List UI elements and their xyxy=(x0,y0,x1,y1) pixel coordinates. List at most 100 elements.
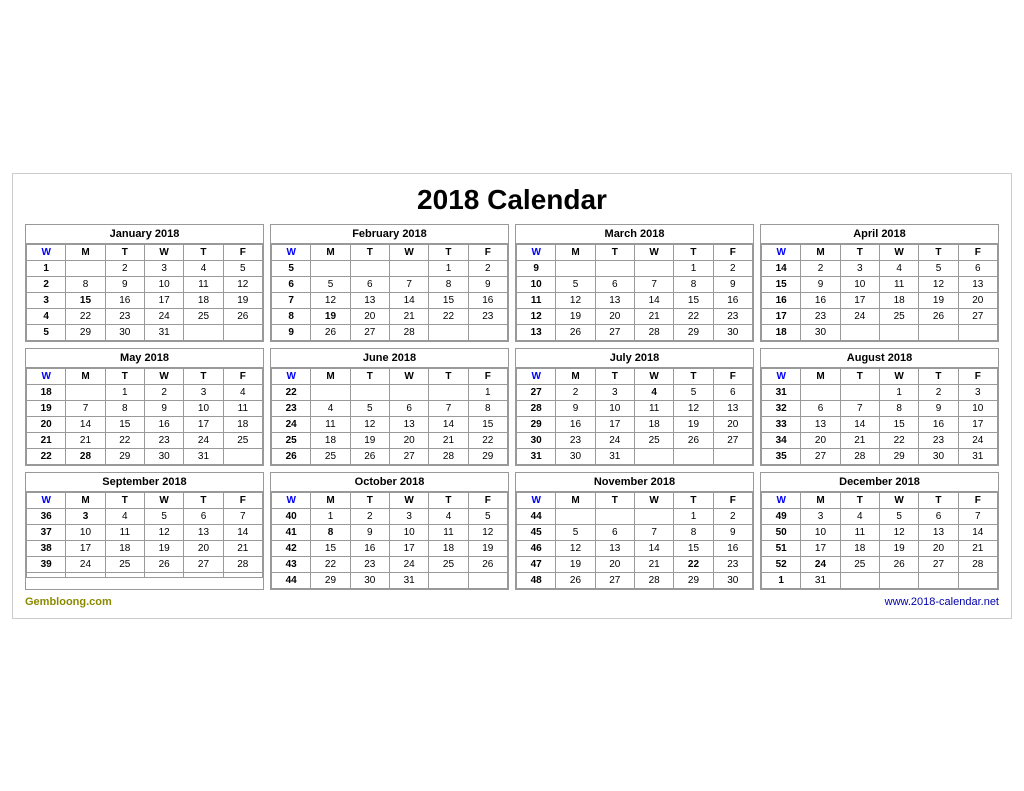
calendar-cell: 21 xyxy=(223,540,262,556)
calendar-grid: January 2018WMTWTF1234528910111231516171… xyxy=(25,224,999,590)
calendar-cell xyxy=(634,508,673,524)
calendar-cell: 31 xyxy=(144,324,183,340)
month-block: August 2018WMTWTF31123326789103313141516… xyxy=(760,348,999,466)
col-header: M xyxy=(311,492,350,508)
calendar-cell: 24 xyxy=(840,308,879,324)
col-header: W xyxy=(517,244,556,260)
calendar-cell: 2 xyxy=(468,260,507,276)
col-header: F xyxy=(713,244,752,260)
calendar-cell: 37 xyxy=(27,524,66,540)
calendar-cell: 17 xyxy=(66,540,105,556)
col-header: F xyxy=(958,492,997,508)
calendar-cell: 16 xyxy=(919,416,958,432)
month-title: October 2018 xyxy=(271,473,508,492)
calendar-cell: 25 xyxy=(105,556,144,572)
calendar-cell: 22 xyxy=(272,384,311,400)
calendar-cell: 10 xyxy=(958,400,997,416)
calendar-cell: 10 xyxy=(840,276,879,292)
calendar-cell: 22 xyxy=(674,556,713,572)
calendar-cell: 50 xyxy=(762,524,801,540)
month-table: WMTWTF1423456159101112131616171819201723… xyxy=(761,244,998,341)
calendar-cell: 16 xyxy=(105,292,144,308)
calendar-cell: 3 xyxy=(801,508,840,524)
calendar-cell: 2 xyxy=(801,260,840,276)
calendar-cell: 33 xyxy=(762,416,801,432)
calendar-cell xyxy=(429,384,468,400)
col-header: T xyxy=(184,368,223,384)
calendar-cell: 11 xyxy=(840,524,879,540)
calendar-cell: 12 xyxy=(556,540,595,556)
calendar-cell: 17 xyxy=(958,416,997,432)
calendar-cell: 7 xyxy=(66,400,105,416)
calendar-cell: 30 xyxy=(105,324,144,340)
calendar-cell: 19 xyxy=(556,308,595,324)
calendar-cell xyxy=(634,260,673,276)
calendar-cell: 26 xyxy=(311,324,350,340)
calendar-cell: 30 xyxy=(801,324,840,340)
calendar-cell: 25 xyxy=(184,308,223,324)
col-header: T xyxy=(184,244,223,260)
calendar-cell: 19 xyxy=(674,416,713,432)
calendar-cell xyxy=(919,572,958,588)
calendar-cell: 28 xyxy=(389,324,428,340)
calendar-cell xyxy=(840,384,879,400)
calendar-cell: 21 xyxy=(66,432,105,448)
calendar-cell: 4 xyxy=(184,260,223,276)
calendar-cell xyxy=(184,572,223,577)
calendar-cell: 26 xyxy=(919,308,958,324)
calendar-cell: 10 xyxy=(389,524,428,540)
col-header: W xyxy=(144,244,183,260)
calendar-cell: 24 xyxy=(595,432,634,448)
col-header: M xyxy=(66,244,105,260)
calendar-cell: 19 xyxy=(879,540,918,556)
calendar-cell: 1 xyxy=(674,260,713,276)
calendar-cell: 23 xyxy=(801,308,840,324)
calendar-cell: 35 xyxy=(762,448,801,464)
calendar-cell: 3 xyxy=(389,508,428,524)
calendar-cell: 17 xyxy=(801,540,840,556)
calendar-cell: 46 xyxy=(517,540,556,556)
calendar-cell: 9 xyxy=(801,276,840,292)
calendar-cell: 15 xyxy=(105,416,144,432)
calendar-cell: 17 xyxy=(840,292,879,308)
month-title: February 2018 xyxy=(271,225,508,244)
calendar-cell: 9 xyxy=(105,276,144,292)
calendar-cell: 24 xyxy=(389,556,428,572)
calendar-cell xyxy=(311,260,350,276)
calendar-cell: 23 xyxy=(713,556,752,572)
calendar-cell: 22 xyxy=(66,308,105,324)
calendar-cell xyxy=(468,572,507,588)
calendar-cell: 9 xyxy=(919,400,958,416)
calendar-cell: 10 xyxy=(517,276,556,292)
col-header: W xyxy=(517,368,556,384)
calendar-cell: 12 xyxy=(879,524,918,540)
col-header: T xyxy=(350,492,389,508)
col-header: W xyxy=(634,492,673,508)
calendar-cell: 25 xyxy=(879,308,918,324)
calendar-cell: 6 xyxy=(184,508,223,524)
calendar-cell xyxy=(350,384,389,400)
calendar-cell xyxy=(468,324,507,340)
calendar-cell: 44 xyxy=(272,572,311,588)
calendar-cell: 29 xyxy=(674,324,713,340)
calendar-cell xyxy=(556,260,595,276)
calendar-cell: 17 xyxy=(762,308,801,324)
calendar-cell: 7 xyxy=(429,400,468,416)
month-table: WMTWTF4934567501011121314511718192021522… xyxy=(761,492,998,589)
month-table: WMTWTF2723456289101112132916171819203023… xyxy=(516,368,753,465)
calendar-cell: 28 xyxy=(840,448,879,464)
col-header: W xyxy=(517,492,556,508)
month-block: February 2018WMTWTF512656789712131415168… xyxy=(270,224,509,342)
col-header: F xyxy=(468,244,507,260)
calendar-cell: 22 xyxy=(429,308,468,324)
calendar-cell: 20 xyxy=(713,416,752,432)
calendar-cell: 27 xyxy=(184,556,223,572)
calendar-cell: 5 xyxy=(556,524,595,540)
calendar-cell xyxy=(144,572,183,577)
col-header: M xyxy=(556,368,595,384)
calendar-cell: 4 xyxy=(311,400,350,416)
calendar-cell: 13 xyxy=(184,524,223,540)
col-header: T xyxy=(429,244,468,260)
calendar-cell: 29 xyxy=(311,572,350,588)
calendar-cell: 30 xyxy=(713,572,752,588)
